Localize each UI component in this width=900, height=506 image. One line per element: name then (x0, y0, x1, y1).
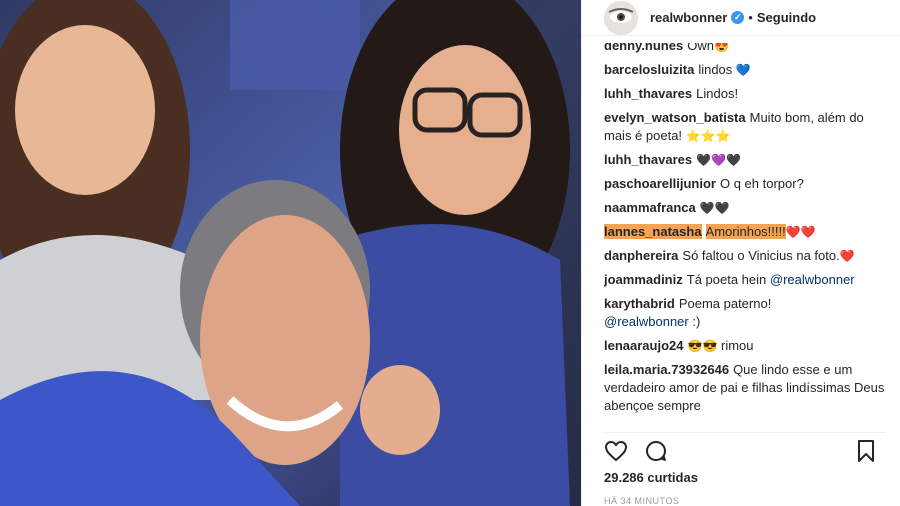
comment: karythabrid Poema paterno! @realwbonner :) (604, 295, 886, 331)
post-actions (604, 432, 886, 469)
comment-text: lindos (698, 62, 733, 77)
comment-emoji: ⭐⭐⭐ (685, 129, 731, 143)
separator-dot: • (748, 10, 753, 25)
comment-text: O q eh torpor? (719, 176, 804, 191)
comment: lenaaraujo24 😎😎 rimou (604, 337, 886, 355)
comment: leila.maria.73932646 Que lindo esse e um … (604, 361, 886, 415)
comment: barcelosluizita lindos 💙 (604, 61, 886, 79)
comment: danphereira Só faltou o Vinicius na foto.… (604, 247, 886, 265)
comment-suffix: :) (692, 314, 701, 329)
comment: lannes_natasha Amorinhos!!!!!❤️❤️ (604, 223, 886, 241)
comment: paschoarellijunior O q eh torpor? (604, 175, 886, 193)
comment-username[interactable]: lenaaraujo24 (604, 338, 684, 353)
comment: naammafranca 🖤🖤 (604, 199, 886, 217)
follow-status-button[interactable]: Seguindo (757, 10, 816, 25)
comment-username[interactable]: barcelosluizita (604, 62, 694, 77)
comment-username[interactable]: evelyn_watson_batista (604, 110, 746, 125)
verified-badge-icon: ✓ (731, 11, 745, 24)
comment-text: Só faltou o Vinicius na foto. (682, 248, 840, 263)
comment-suffix: rimou (721, 338, 754, 353)
comment-emoji: 😎😎 (687, 339, 718, 353)
comment-username[interactable]: danphereira (604, 248, 678, 263)
comment-emoji: 😍 (713, 43, 729, 53)
comment-emoji: 🖤💜🖤 (696, 153, 741, 167)
post-sidebar: realwbonner ✓ • Seguindo denny.nunes Own😍… (581, 0, 900, 506)
comment: luhh_thavares Lindos! (604, 85, 886, 103)
likes-count[interactable]: 29.286 curtidas (604, 470, 698, 485)
comment-username[interactable]: denny.nunes (604, 43, 683, 53)
comment-username[interactable]: joammadiniz (604, 272, 683, 287)
comments-list[interactable]: denny.nunes Own😍 barcelosluizita lindos 💙 … (604, 43, 886, 428)
comment-text: Tá poeta hein (686, 272, 767, 287)
comment-emoji: 🖤🖤 (699, 201, 730, 215)
bookmark-icon[interactable] (854, 439, 878, 463)
comment-text: Poema paterno! (678, 296, 772, 311)
avatar-image (605, 1, 637, 34)
avatar[interactable] (604, 0, 638, 35)
comment-username[interactable]: karythabrid (604, 296, 675, 311)
comment-emoji: 💙 (735, 63, 751, 77)
comment-text: Amorinhos!!!!! (705, 224, 786, 239)
comment-username[interactable]: luhh_thavares (604, 152, 692, 167)
comment: luhh_thavares 🖤💜🖤 (604, 151, 886, 169)
post-photo[interactable] (0, 0, 581, 506)
comment: denny.nunes Own😍 (604, 43, 886, 55)
comment-icon[interactable] (644, 439, 668, 463)
comment: joammadiniz Tá poeta hein @realwbonner (604, 271, 886, 289)
heart-icon[interactable] (604, 439, 628, 463)
comment-username[interactable]: lannes_natasha (604, 224, 702, 239)
comment-username[interactable]: leila.maria.73932646 (604, 362, 729, 377)
comment: evelyn_watson_batista Muito bom, além do … (604, 109, 886, 145)
comment-text: Own (687, 43, 714, 53)
selfie-image (0, 0, 581, 506)
post-header: realwbonner ✓ • Seguindo (582, 0, 900, 36)
post-viewer: realwbonner ✓ • Seguindo denny.nunes Own😍… (0, 0, 900, 506)
comment-mention-link[interactable]: @realwbonner (604, 314, 689, 329)
post-timestamp[interactable]: HÁ 34 MINUTOS (604, 496, 679, 506)
comment-emoji: ❤️❤️ (785, 225, 816, 239)
comment-username[interactable]: naammafranca (604, 200, 696, 215)
comment-username[interactable]: luhh_thavares (604, 86, 692, 101)
post-username[interactable]: realwbonner (650, 10, 727, 25)
comment-mention-link[interactable]: @realwbonner (770, 272, 855, 287)
comment-username[interactable]: paschoarellijunior (604, 176, 716, 191)
comment-emoji: ❤️ (839, 249, 855, 263)
comment-text: Lindos! (696, 86, 739, 101)
